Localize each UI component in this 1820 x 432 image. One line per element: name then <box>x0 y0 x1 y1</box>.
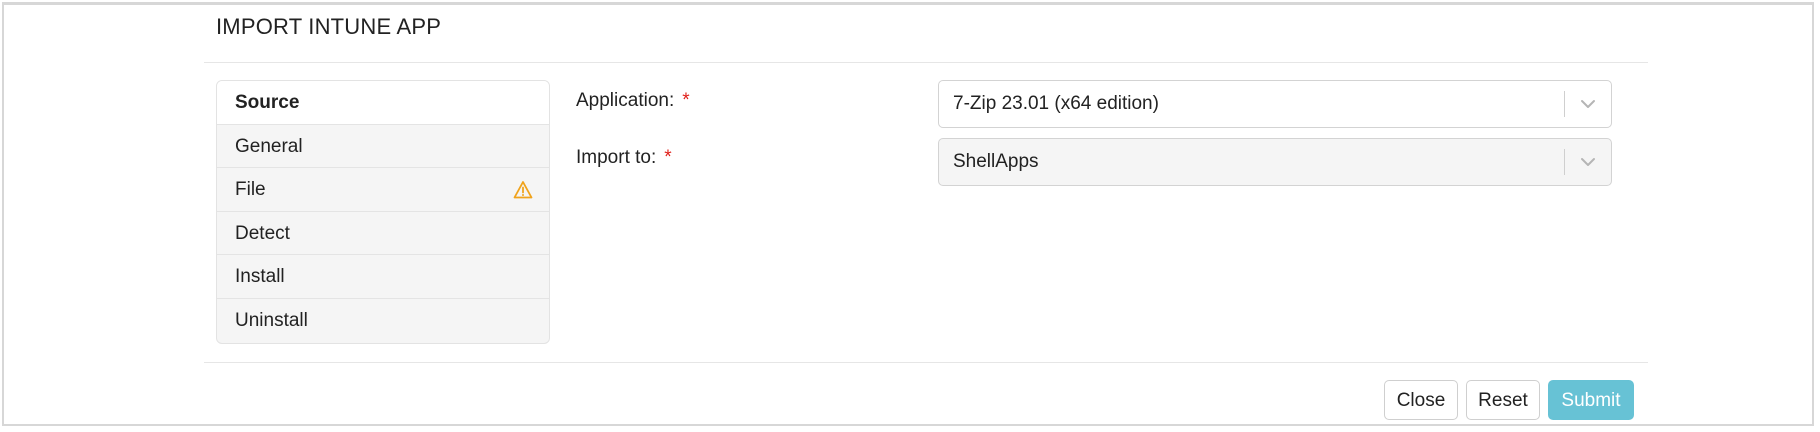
nav-item-label: General <box>235 135 303 157</box>
import-intune-app-dialog: IMPORT INTUNE APP Source General File De… <box>204 0 1648 432</box>
nav-item-general[interactable]: General <box>217 125 549 169</box>
required-marker: * <box>682 90 690 111</box>
submit-button[interactable]: Submit <box>1548 380 1634 420</box>
import-to-label-text: Import to: <box>576 147 657 168</box>
nav-item-file[interactable]: File <box>217 168 549 212</box>
section-nav: Source General File Detect Install Unins… <box>216 80 550 344</box>
application-label-text: Application: <box>576 90 675 111</box>
nav-item-label: Uninstall <box>235 309 308 331</box>
reset-button[interactable]: Reset <box>1466 380 1540 420</box>
import-to-select-value: ShellApps <box>953 151 1039 172</box>
select-separator <box>1564 91 1565 117</box>
import-to-select[interactable]: ShellApps <box>938 138 1612 186</box>
header-divider <box>204 62 1648 63</box>
nav-item-install[interactable]: Install <box>217 255 549 299</box>
close-button[interactable]: Close <box>1384 380 1458 420</box>
import-to-label: Import to: * <box>576 147 672 169</box>
required-marker: * <box>664 147 672 168</box>
footer-divider <box>204 362 1648 363</box>
chevron-down-icon[interactable] <box>1577 93 1599 115</box>
warning-icon <box>513 181 533 199</box>
application-select[interactable]: 7-Zip 23.01 (x64 edition) <box>938 80 1612 128</box>
chevron-down-icon[interactable] <box>1577 151 1599 173</box>
application-select-value: 7-Zip 23.01 (x64 edition) <box>953 93 1159 114</box>
nav-item-label: Source <box>235 92 300 113</box>
nav-item-label: File <box>235 179 266 201</box>
nav-item-detect[interactable]: Detect <box>217 212 549 256</box>
nav-item-label: Detect <box>235 222 290 244</box>
dialog-title: IMPORT INTUNE APP <box>216 14 442 39</box>
select-separator <box>1564 149 1565 175</box>
nav-item-uninstall[interactable]: Uninstall <box>217 299 549 343</box>
nav-item-label: Install <box>235 266 285 288</box>
nav-item-source[interactable]: Source <box>217 81 549 125</box>
application-label: Application: * <box>576 90 690 112</box>
